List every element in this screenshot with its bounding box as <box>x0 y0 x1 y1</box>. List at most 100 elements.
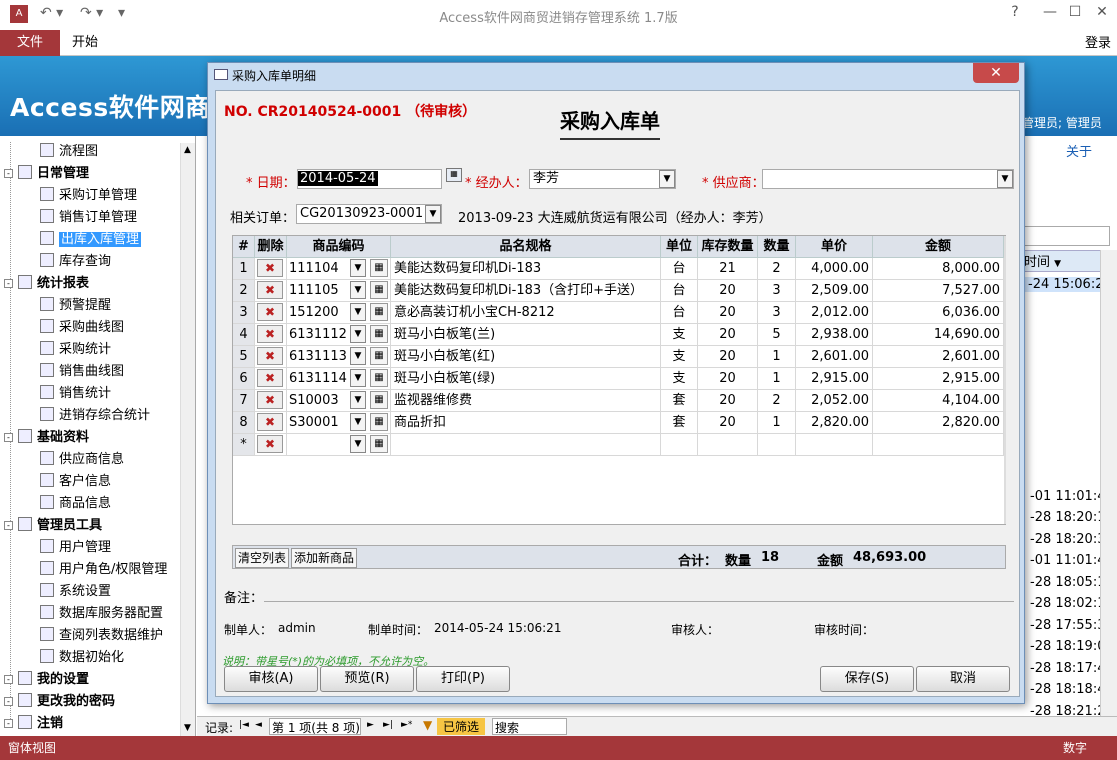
background-time-cell[interactable]: -28 18:17:4 <box>1030 661 1105 676</box>
column-header[interactable]: 单价 <box>796 236 873 258</box>
product-dropdown-icon[interactable]: ▼ <box>350 369 366 387</box>
table-cell[interactable]: 14,690.00 <box>873 324 1004 346</box>
column-header[interactable]: 单位 <box>661 236 698 258</box>
delete-row-icon[interactable]: ✖ <box>257 369 283 387</box>
nav-item[interactable]: 销售统计 <box>40 383 111 405</box>
table-cell[interactable]: 套 <box>661 390 698 412</box>
record-position[interactable]: 第 1 项(共 8 项) <box>269 718 361 735</box>
background-time-cell[interactable]: -28 18:20:1 <box>1030 510 1105 525</box>
background-search-box[interactable] <box>1020 226 1110 246</box>
calendar-icon[interactable]: ▦ <box>446 168 462 182</box>
table-cell[interactable] <box>873 434 1004 456</box>
nav-item[interactable]: 出库入库管理 <box>40 229 142 251</box>
nav-item[interactable]: 采购订单管理 <box>40 185 137 207</box>
new-record-button[interactable]: ►* <box>401 720 412 730</box>
product-picker-icon[interactable]: ▦ <box>370 391 388 409</box>
table-cell[interactable]: 2 <box>758 390 796 412</box>
table-cell[interactable]: 2,012.00 <box>796 302 873 324</box>
table-cell[interactable]: 2,915.00 <box>873 368 1004 390</box>
table-cell[interactable]: ✖ <box>255 412 287 434</box>
table-cell[interactable] <box>698 434 758 456</box>
table-cell[interactable]: 20 <box>698 390 758 412</box>
background-time-cell[interactable]: -28 18:20:3 <box>1030 532 1105 547</box>
table-cell[interactable]: ✖ <box>255 390 287 412</box>
table-cell[interactable]: ✖ <box>255 258 287 280</box>
table-cell[interactable]: 7,527.00 <box>873 280 1004 302</box>
background-scrollbar[interactable] <box>1100 250 1117 720</box>
product-picker-icon[interactable]: ▦ <box>370 413 388 431</box>
column-header[interactable]: 商品编码 <box>287 236 391 258</box>
column-header[interactable]: 数量 <box>758 236 796 258</box>
table-cell[interactable]: 20 <box>698 368 758 390</box>
table-cell[interactable]: 20 <box>698 346 758 368</box>
expand-toggle-icon[interactable]: - <box>4 433 13 442</box>
table-cell[interactable]: S10003 ▼ ▦ <box>287 390 391 412</box>
nav-item[interactable]: 预警提醒 <box>40 295 111 317</box>
nav-item[interactable]: 采购统计 <box>40 339 111 361</box>
delete-row-icon[interactable]: ✖ <box>257 413 283 431</box>
table-cell[interactable]: 台 <box>661 302 698 324</box>
table-cell[interactable]: ✖ <box>255 324 287 346</box>
save-button[interactable]: 保存(S) <box>820 666 914 692</box>
handler-select[interactable]: 李芳 <box>529 169 676 189</box>
nav-item[interactable]: 采购曲线图 <box>40 317 124 339</box>
table-cell[interactable]: ✖ <box>255 434 287 456</box>
row-selector[interactable]: 7 <box>233 390 255 412</box>
nav-item[interactable]: - 日常管理 <box>4 163 89 185</box>
background-time-cell[interactable]: -01 11:01:4 <box>1030 489 1105 504</box>
table-cell[interactable]: 5 <box>758 324 796 346</box>
table-cell[interactable]: 美能达数码复印机Di-183 <box>391 258 661 280</box>
table-cell[interactable]: 1 <box>758 346 796 368</box>
table-cell[interactable]: ✖ <box>255 302 287 324</box>
product-picker-icon[interactable]: ▦ <box>370 259 388 277</box>
product-picker-icon[interactable]: ▦ <box>370 303 388 321</box>
add-product-button[interactable]: 添加新商品 <box>291 548 358 568</box>
table-cell[interactable]: 4,000.00 <box>796 258 873 280</box>
grid-scrollbar[interactable] <box>1004 236 1006 524</box>
table-cell[interactable]: 美能达数码复印机Di-183（含打印+手送） <box>391 280 661 302</box>
time-column-header[interactable]: 时间 ▼ <box>1020 250 1105 272</box>
product-dropdown-icon[interactable]: ▼ <box>350 303 366 321</box>
table-cell[interactable]: 111105 ▼ ▦ <box>287 280 391 302</box>
maximize-button[interactable]: ☐ <box>1060 4 1090 24</box>
table-cell[interactable]: 套 <box>661 412 698 434</box>
filter-status[interactable]: 已筛选 <box>437 718 486 735</box>
related-order-select[interactable]: CG20130923-0001 <box>296 204 442 224</box>
nav-item[interactable]: 查阅列表数据维护 <box>40 625 163 647</box>
row-selector[interactable]: 6 <box>233 368 255 390</box>
column-header[interactable]: 品名规格 <box>391 236 661 258</box>
row-selector[interactable]: 8 <box>233 412 255 434</box>
nav-item[interactable]: 数据库服务器配置 <box>40 603 163 625</box>
nav-item[interactable]: - 统计报表 <box>4 273 89 295</box>
column-header[interactable]: 库存数量 <box>698 236 758 258</box>
search-box[interactable]: 搜索 <box>492 718 567 735</box>
nav-item[interactable]: 客户信息 <box>40 471 111 493</box>
table-cell[interactable]: 6,036.00 <box>873 302 1004 324</box>
table-cell[interactable]: 3 <box>758 302 796 324</box>
nav-item[interactable]: 流程图 <box>40 141 98 163</box>
next-record-button[interactable]: ► <box>367 720 374 730</box>
column-header[interactable]: 删除 <box>255 236 287 258</box>
background-time-cell[interactable]: -28 17:55:3 <box>1030 618 1105 633</box>
about-link[interactable]: 关于 <box>1066 141 1092 160</box>
table-cell[interactable]: 2,052.00 <box>796 390 873 412</box>
product-picker-icon[interactable]: ▦ <box>370 347 388 365</box>
table-cell[interactable]: 6131113 ▼ ▦ <box>287 346 391 368</box>
table-cell[interactable]: ✖ <box>255 346 287 368</box>
product-dropdown-icon[interactable]: ▼ <box>350 435 366 453</box>
product-dropdown-icon[interactable]: ▼ <box>350 325 366 343</box>
table-cell[interactable]: 支 <box>661 368 698 390</box>
nav-item[interactable]: - 更改我的密码 <box>4 691 115 713</box>
background-time-cell[interactable]: -28 18:18:4 <box>1030 682 1105 697</box>
table-cell[interactable]: 台 <box>661 258 698 280</box>
table-cell[interactable]: 斑马小白板笔(红) <box>391 346 661 368</box>
close-button[interactable]: ✕ <box>1087 4 1117 24</box>
product-dropdown-icon[interactable]: ▼ <box>350 391 366 409</box>
table-cell[interactable] <box>661 434 698 456</box>
delete-row-icon[interactable]: ✖ <box>257 259 283 277</box>
table-cell[interactable]: 支 <box>661 324 698 346</box>
nav-item[interactable]: 用户角色/权限管理 <box>40 559 167 581</box>
cancel-button[interactable]: 取消 <box>916 666 1010 692</box>
table-cell[interactable]: 20 <box>698 412 758 434</box>
scroll-up-icon[interactable]: ▲ <box>184 145 191 155</box>
